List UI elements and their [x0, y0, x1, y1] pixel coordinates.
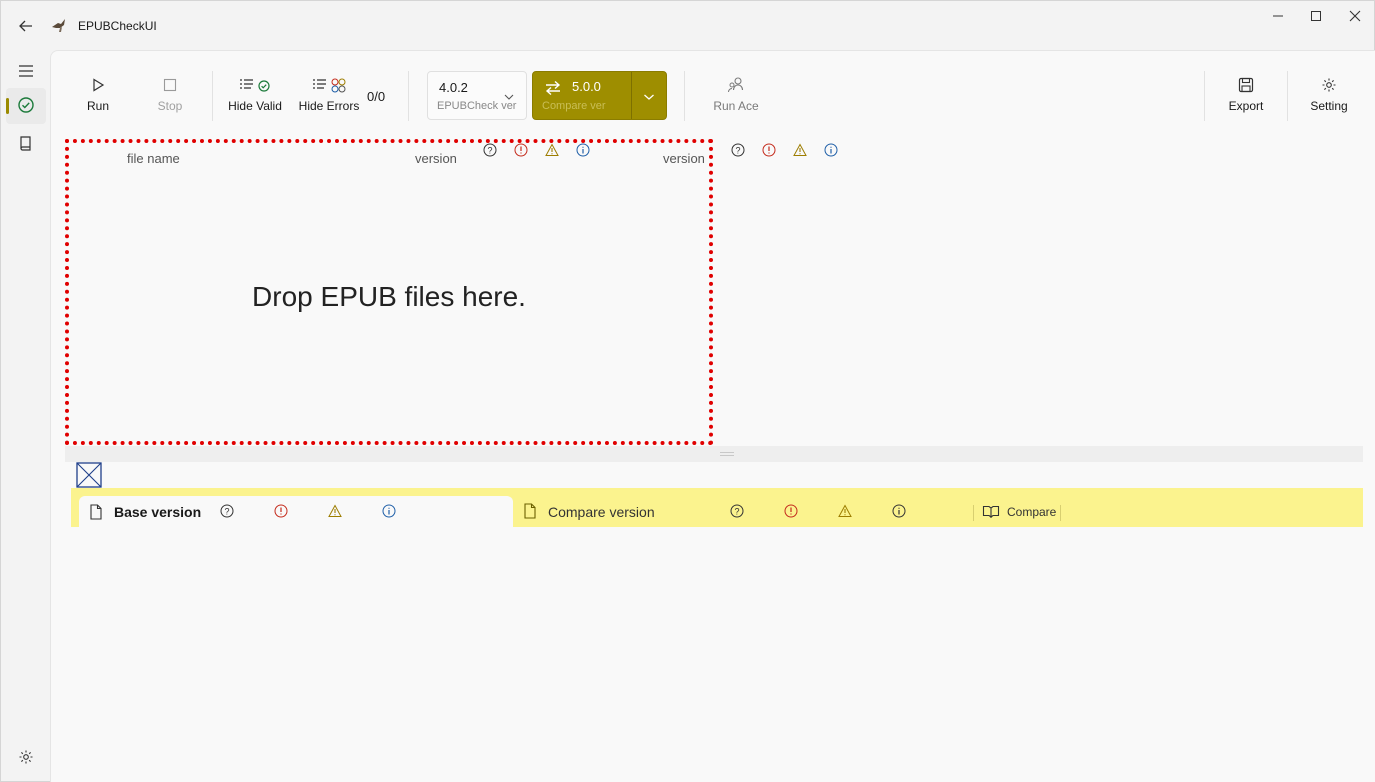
svg-text:?: ? [224, 507, 229, 517]
toolbar-divider [1204, 71, 1205, 121]
epubcheck-version-select[interactable]: 4.0.2 EPUBCheck ver [427, 71, 527, 120]
compare-version-split-button: 5.0.0 Compare ver [532, 71, 667, 120]
app-window: EPUBCheckUI Run Stop Hide Valid Hide Err… [0, 0, 1375, 782]
result-count: 0/0 [367, 89, 386, 104]
stop-label: Stop [157, 99, 183, 113]
warning-icon [793, 143, 807, 157]
info-icon [892, 504, 906, 518]
list-check-icon [238, 73, 272, 97]
error-icon [762, 143, 776, 157]
error-icon [274, 504, 288, 518]
compare-button-label: Compare [1007, 505, 1057, 519]
nav-settings-gear-icon[interactable] [6, 739, 46, 775]
title-bar: EPUBCheckUI [1, 1, 1374, 49]
epubcheck-version-value: 4.0.2 [439, 80, 468, 95]
splitter-grip[interactable] [720, 452, 734, 456]
drop-zone-text: Drop EPUB files here. [252, 281, 526, 312]
tab-base-version[interactable]: Base version ? [79, 496, 513, 527]
toolbar-divider [408, 71, 409, 121]
list-errors-icon [311, 73, 347, 97]
setting-button[interactable]: Setting [1309, 73, 1349, 123]
warning-icon [328, 504, 342, 518]
toolbar-divider [1287, 71, 1288, 121]
compare-version-caption: Compare ver [542, 100, 606, 112]
chevron-down-icon [504, 90, 514, 104]
error-icon [784, 504, 798, 518]
info-icon [382, 504, 396, 518]
svg-text:?: ? [734, 507, 739, 517]
document-icon [523, 503, 537, 519]
tab-base-version-label: Base version [114, 504, 202, 520]
maximize-icon[interactable] [1296, 5, 1336, 27]
toolbar: Run Stop Hide Valid Hide Errors 0/0 4.0.… [51, 51, 1375, 143]
hide-errors-button[interactable]: Hide Errors [299, 73, 359, 123]
app-logo-icon [50, 16, 68, 34]
nav-item-book[interactable] [6, 127, 46, 163]
document-icon [89, 504, 103, 520]
svg-text:?: ? [735, 146, 740, 156]
people-icon [727, 73, 745, 97]
split-divider [631, 72, 632, 119]
drop-zone[interactable]: Drop EPUB files here. [65, 139, 713, 445]
question-icon: ? [731, 143, 745, 157]
window-title: EPUBCheckUI [78, 19, 157, 33]
compare-version-value: 5.0.0 [572, 79, 601, 94]
setting-label: Setting [1310, 99, 1348, 113]
hide-errors-label: Hide Errors [298, 99, 360, 113]
close-icon[interactable] [1335, 5, 1375, 27]
pane-splitter[interactable] [65, 446, 1363, 462]
toolbar-divider [212, 71, 213, 121]
export-label: Export [1228, 99, 1264, 113]
run-button[interactable]: Run [85, 73, 111, 123]
run-ace-button[interactable]: Run Ace [713, 73, 759, 123]
check-circle-icon [17, 96, 35, 117]
result-tab-strip: Base version ? Compare version ? Compare [71, 488, 1363, 527]
tab-divider [973, 505, 974, 521]
compare-dropdown-chevron-icon[interactable] [643, 90, 655, 104]
question-icon: ? [730, 504, 744, 518]
play-icon [91, 73, 105, 97]
info-icon [824, 143, 838, 157]
tab-divider [1060, 505, 1061, 521]
question-icon: ? [220, 504, 234, 518]
hamburger-menu-icon[interactable] [6, 53, 46, 89]
toolbar-divider [684, 71, 685, 121]
warning-icon [838, 504, 852, 518]
nav-item-check[interactable] [6, 88, 46, 124]
export-button[interactable]: Export [1228, 73, 1264, 123]
run-ace-label: Run Ace [713, 99, 759, 113]
compare-version-button[interactable]: 5.0.0 Compare ver [533, 72, 631, 119]
left-nav [1, 49, 50, 782]
stop-button[interactable]: Stop [156, 73, 184, 123]
save-disk-icon [1238, 73, 1254, 97]
back-arrow-icon[interactable] [15, 15, 37, 37]
run-label: Run [86, 99, 109, 113]
open-book-icon [982, 504, 1000, 519]
book-icon [18, 135, 34, 156]
gear-icon [1321, 73, 1337, 97]
swap-arrows-icon [544, 80, 562, 99]
broken-image-icon [76, 462, 102, 488]
main-content: Run Stop Hide Valid Hide Errors 0/0 4.0.… [50, 50, 1375, 782]
hide-valid-button[interactable]: Hide Valid [227, 73, 283, 123]
stop-icon [163, 73, 177, 97]
minimize-icon[interactable] [1258, 5, 1298, 27]
hide-valid-label: Hide Valid [228, 99, 282, 113]
tab-compare-version-label: Compare version [548, 504, 655, 520]
